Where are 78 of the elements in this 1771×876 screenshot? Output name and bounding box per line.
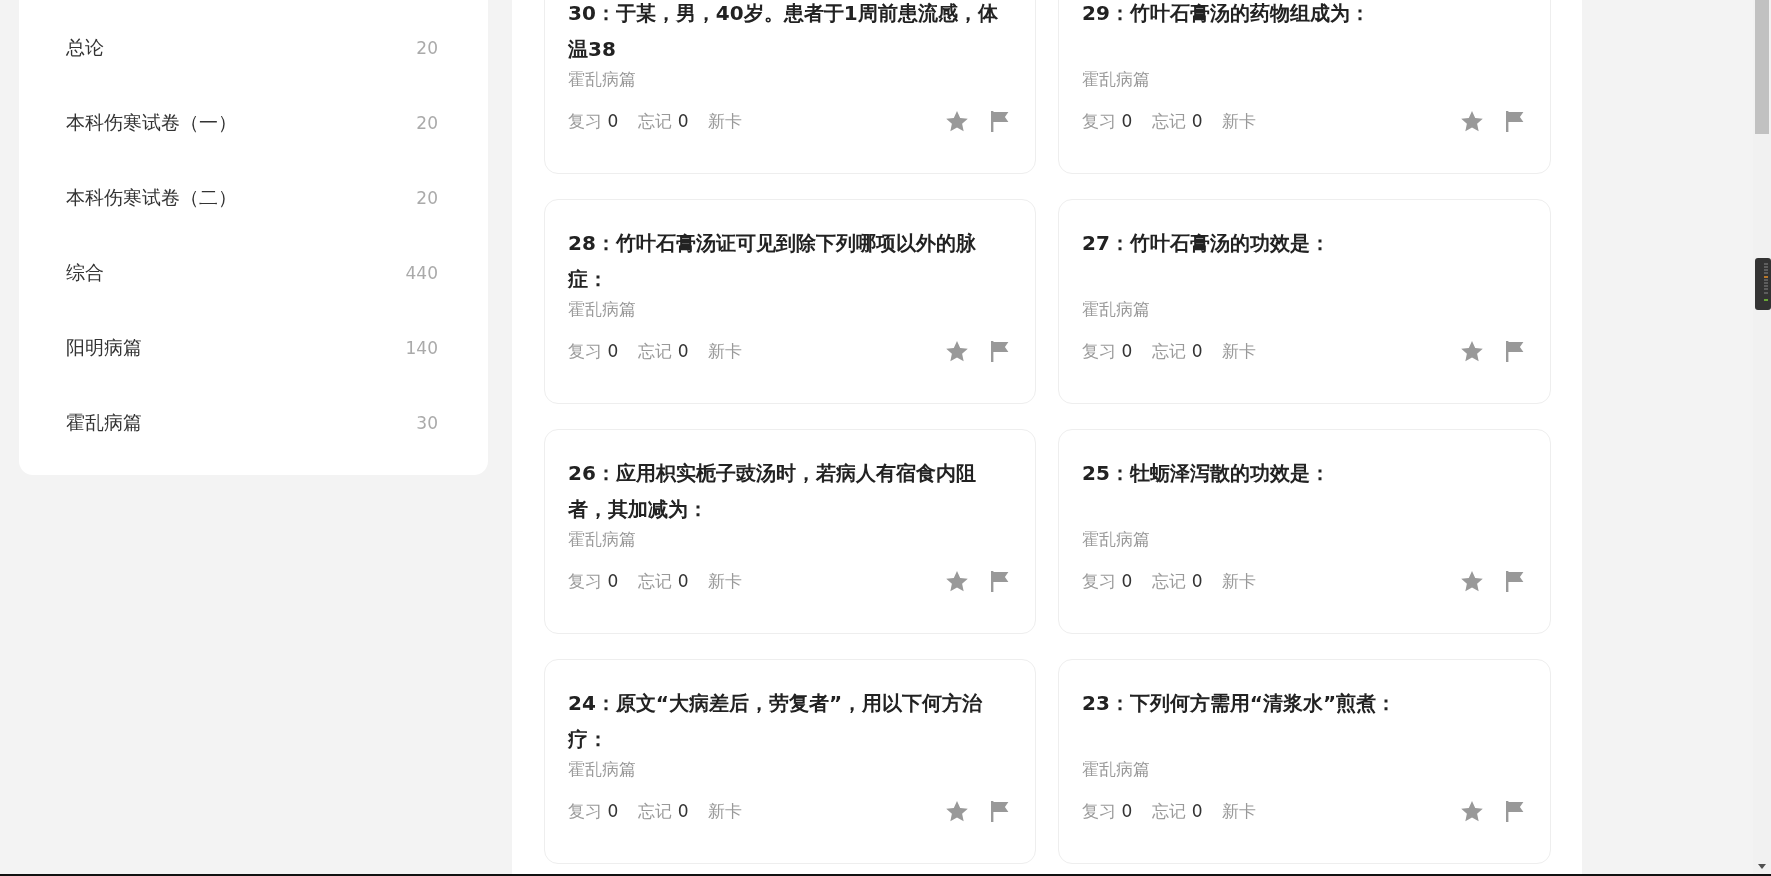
question-category: 霍乱病篇	[1082, 298, 1151, 321]
question-title: 23：下列何方需用“清浆水”煎煮：	[1082, 690, 1398, 717]
question-category: 霍乱病篇	[1082, 68, 1151, 91]
question-card[interactable]: 24：原文“大病差后，劳复者”，用以下何方治疗： 霍乱病篇 复习 0 忘记 0 新卡	[544, 659, 1036, 864]
forget-count: 忘记 0	[638, 109, 689, 133]
item-count: 20	[416, 187, 438, 208]
review-count: 复习 0	[568, 569, 619, 593]
question-title: 28：竹叶石膏汤证可见到除下列哪项以外的脉症：	[568, 230, 977, 293]
category-item[interactable]: 综合 440	[19, 235, 488, 310]
question-category: 霍乱病篇	[1082, 758, 1151, 781]
review-count: 复习 0	[1082, 569, 1133, 593]
item-count: 140	[405, 337, 438, 358]
review-count: 复习 0	[1082, 339, 1133, 363]
flag-icon[interactable]	[1506, 110, 1524, 132]
question-title: 27：竹叶石膏汤的功效是：	[1082, 230, 1331, 257]
item-count: 30	[416, 412, 438, 433]
category-item[interactable]: 霍乱病篇 30	[19, 385, 488, 460]
flag-icon[interactable]	[1506, 800, 1524, 822]
new-card-label: 新卡	[1222, 569, 1257, 593]
new-card-label: 新卡	[1222, 339, 1257, 363]
question-card[interactable]: 26：应用枳实栀子豉汤时，若病人有宿食内阻者，其加减为： 霍乱病篇 复习 0 忘记 0 新卡	[544, 429, 1036, 634]
category-item[interactable]: 总论 20	[19, 10, 488, 85]
forget-count: 忘记 0	[1152, 569, 1203, 593]
question-card[interactable]: 23：下列何方需用“清浆水”煎煮： 霍乱病篇 复习 0 忘记 0 新卡	[1058, 659, 1551, 864]
star-icon[interactable]	[946, 570, 968, 592]
question-title: 26：应用枳实栀子豉汤时，若病人有宿食内阻者，其加减为：	[568, 460, 977, 523]
review-count: 复习 0	[568, 339, 619, 363]
category-item[interactable]: 阳明病篇 140	[19, 310, 488, 385]
question-category: 霍乱病篇	[568, 758, 637, 781]
question-card[interactable]: 28：竹叶石膏汤证可见到除下列哪项以外的脉症： 霍乱病篇 复习 0 忘记 0 新卡	[544, 199, 1036, 404]
category-item[interactable]: 本科伤寒试卷（一） 20	[19, 85, 488, 160]
new-card-label: 新卡	[1222, 109, 1257, 133]
review-count: 复习 0	[568, 799, 619, 823]
question-card[interactable]: 29：竹叶石膏汤的药物组成为： 霍乱病篇 复习 0 忘记 0 新卡	[1058, 0, 1551, 174]
flag-icon[interactable]	[991, 110, 1009, 132]
new-card-label: 新卡	[708, 799, 743, 823]
new-card-label: 新卡	[1222, 799, 1257, 823]
new-card-label: 新卡	[708, 339, 743, 363]
new-card-label: 新卡	[708, 569, 743, 593]
review-count: 复习 0	[568, 109, 619, 133]
question-category: 霍乱病篇	[568, 68, 637, 91]
question-card[interactable]: 25：牡蛎泽泻散的功效是： 霍乱病篇 复习 0 忘记 0 新卡	[1058, 429, 1551, 634]
star-icon[interactable]	[1461, 800, 1483, 822]
scrollbar-thumb[interactable]	[1755, 0, 1769, 134]
forget-count: 忘记 0	[1152, 339, 1203, 363]
forget-count: 忘记 0	[638, 799, 689, 823]
question-category: 霍乱病篇	[568, 528, 637, 551]
question-category: 霍乱病篇	[1082, 528, 1151, 551]
item-count: 440	[405, 262, 438, 283]
review-count: 复习 0	[1082, 109, 1133, 133]
forget-count: 忘记 0	[638, 339, 689, 363]
flag-icon[interactable]	[1506, 340, 1524, 362]
item-count: 20	[416, 37, 438, 58]
new-card-label: 新卡	[708, 109, 743, 133]
question-title: 29：竹叶石膏汤的药物组成为：	[1082, 0, 1371, 27]
category-item[interactable]: 本科伤寒试卷（二） 20	[19, 160, 488, 235]
star-icon[interactable]	[1461, 340, 1483, 362]
item-count: 20	[416, 112, 438, 133]
forget-count: 忘记 0	[638, 569, 689, 593]
question-category: 霍乱病篇	[568, 298, 637, 321]
question-title: 25：牡蛎泽泻散的功效是：	[1082, 460, 1331, 487]
question-title: 24：原文“大病差后，劳复者”，用以下何方治疗：	[568, 690, 984, 753]
flag-icon[interactable]	[991, 570, 1009, 592]
review-count: 复习 0	[1082, 799, 1133, 823]
star-icon[interactable]	[946, 110, 968, 132]
question-title: 30：于某，男，40岁。患者于1周前患流感，体温38	[568, 0, 999, 63]
star-icon[interactable]	[946, 800, 968, 822]
forget-count: 忘记 0	[1152, 799, 1203, 823]
star-icon[interactable]	[1461, 570, 1483, 592]
flag-icon[interactable]	[1506, 570, 1524, 592]
flag-icon[interactable]	[991, 340, 1009, 362]
question-card[interactable]: 27：竹叶石膏汤的功效是： 霍乱病篇 复习 0 忘记 0 新卡	[1058, 199, 1551, 404]
question-card[interactable]: 30：于某，男，40岁。患者于1周前患流感，体温38 霍乱病篇 复习 0 忘记 0 新卡	[544, 0, 1036, 174]
level-meter-icon	[1755, 258, 1771, 310]
forget-count: 忘记 0	[1152, 109, 1203, 133]
star-icon[interactable]	[946, 340, 968, 362]
flag-icon[interactable]	[991, 800, 1009, 822]
star-icon[interactable]	[1461, 110, 1483, 132]
